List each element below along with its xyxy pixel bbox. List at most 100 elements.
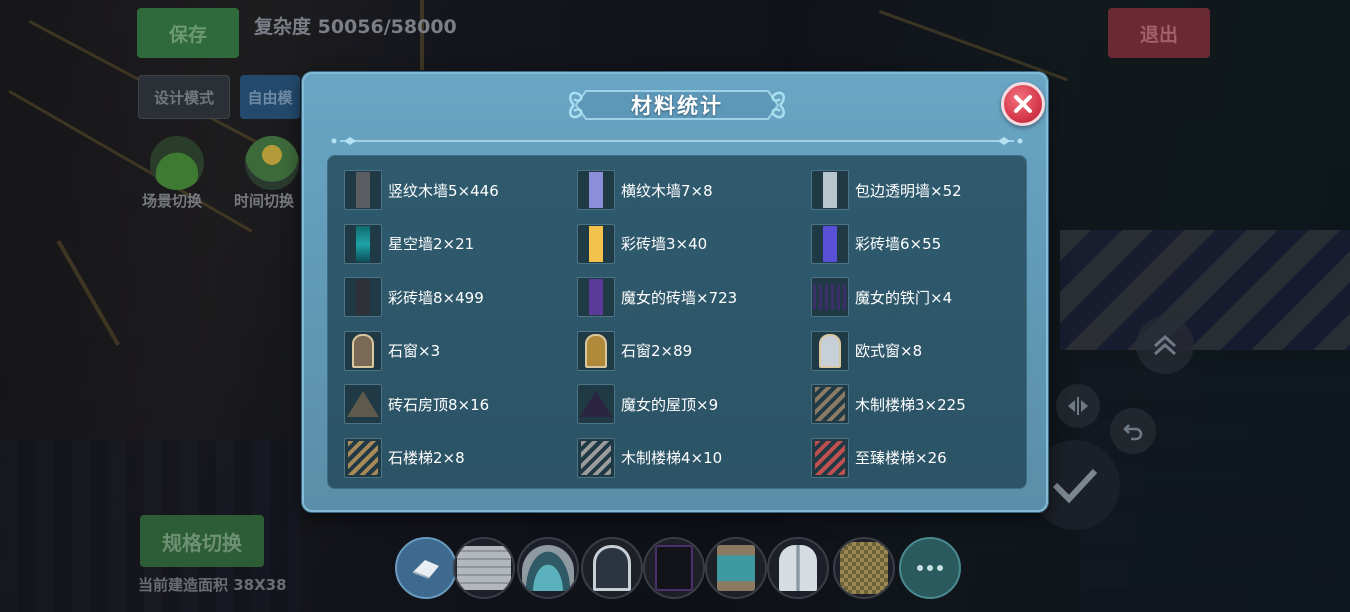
witch-brick-wall-icon bbox=[577, 277, 615, 317]
material-item: 魔女的铁门×4 bbox=[811, 277, 1031, 317]
material-label: 木制楼梯4×10 bbox=[621, 449, 723, 467]
raise-layer-icon[interactable] bbox=[1136, 316, 1194, 374]
dark-brick-wall-icon bbox=[344, 277, 382, 317]
material-swatch bbox=[356, 279, 370, 315]
material-swatch bbox=[813, 284, 847, 310]
material-item: 欧式窗×8 bbox=[811, 330, 1031, 371]
material-swatch bbox=[589, 172, 603, 208]
material-label: 彩砖墙3×40 bbox=[621, 235, 708, 253]
material-swatch bbox=[352, 333, 374, 368]
material-item: 星空墙2×21 bbox=[344, 223, 564, 264]
material-swatch bbox=[589, 279, 603, 315]
gothic-window-block-icon[interactable] bbox=[581, 537, 643, 599]
scene-switch-icon[interactable] bbox=[150, 136, 204, 190]
material-item: 木制楼梯3×225 bbox=[811, 384, 1031, 424]
material-label: 欧式窗×8 bbox=[855, 342, 923, 360]
wooden-stairs-icon bbox=[811, 384, 849, 424]
witch-iron-gate-icon bbox=[811, 277, 849, 317]
spec-switch-button[interactable]: 规格切换 bbox=[140, 515, 264, 567]
material-item: 竖纹木墙5×446 bbox=[344, 170, 564, 210]
scene-switch-label: 场景切换 bbox=[142, 192, 203, 210]
blue-brick-wall-icon bbox=[811, 223, 849, 264]
material-item: 石窗2×89 bbox=[577, 330, 797, 371]
material-swatch bbox=[356, 225, 370, 262]
material-label: 星空墙2×21 bbox=[388, 235, 475, 253]
material-label: 石窗×3 bbox=[388, 342, 441, 360]
stone-stairs-icon bbox=[344, 437, 382, 478]
material-label: 魔女的铁门×4 bbox=[855, 288, 953, 307]
material-item: 石窗×3 bbox=[344, 330, 564, 371]
material-label: 石窗2×89 bbox=[621, 342, 693, 360]
title-divider bbox=[331, 137, 1023, 145]
starry-wall-icon bbox=[344, 223, 382, 264]
material-label: 魔女的砖墙×723 bbox=[621, 288, 738, 307]
premium-stairs-icon bbox=[811, 437, 849, 478]
material-swatch bbox=[347, 391, 379, 417]
material-label: 石楼梯2×8 bbox=[388, 449, 465, 467]
eraser-tool-icon[interactable] bbox=[395, 537, 457, 599]
material-item: 彩砖墙3×40 bbox=[577, 223, 797, 264]
material-label: 彩砖墙8×499 bbox=[388, 288, 484, 307]
material-item: 木制楼梯4×10 bbox=[577, 437, 797, 478]
material-swatch bbox=[823, 225, 837, 262]
complexity-counter: 复杂度 50056/58000 bbox=[254, 16, 457, 38]
witch-roof-icon bbox=[577, 384, 615, 424]
stone-window-icon bbox=[344, 330, 382, 371]
material-label: 竖纹木墙5×446 bbox=[388, 181, 499, 200]
vertical-wood-wall-icon bbox=[344, 170, 382, 210]
exit-button[interactable]: 退出 bbox=[1108, 8, 1210, 58]
material-swatch bbox=[356, 172, 370, 208]
horizontal-wood-wall-icon bbox=[577, 170, 615, 210]
material-item: 包边透明墙×52 bbox=[811, 170, 1031, 210]
material-item: 魔女的砖墙×723 bbox=[577, 277, 797, 317]
material-swatch bbox=[580, 391, 612, 417]
dialog-title: 材料统计 bbox=[631, 94, 723, 118]
material-swatch bbox=[823, 172, 837, 208]
build-area-text: 当前建造面积 38X38 bbox=[138, 576, 287, 594]
material-item: 彩砖墙8×499 bbox=[344, 277, 564, 317]
material-label: 木制楼梯3×225 bbox=[855, 395, 966, 414]
time-switch-icon[interactable] bbox=[245, 136, 299, 190]
undo-icon[interactable] bbox=[1110, 408, 1156, 454]
material-item: 砖石房顶8×16 bbox=[344, 384, 564, 424]
material-label: 魔女的屋顶×9 bbox=[621, 395, 719, 414]
mirror-icon[interactable] bbox=[1056, 384, 1100, 428]
stone-window-block-icon[interactable] bbox=[705, 537, 767, 599]
materials-list: 竖纹木墙5×446 横纹木墙7×8 包边透明墙×52 星空墙2×21 彩砖墙3×40 彩砖… bbox=[327, 155, 1027, 489]
material-swatch bbox=[815, 440, 845, 475]
close-button[interactable] bbox=[1001, 82, 1045, 126]
material-swatch bbox=[819, 333, 841, 368]
free-mode-button[interactable]: 自由模 bbox=[240, 75, 300, 119]
dark-panel-block-icon[interactable] bbox=[643, 537, 705, 599]
material-item: 魔女的屋顶×9 bbox=[577, 384, 797, 424]
arched-stone-window-icon bbox=[577, 330, 615, 371]
material-label: 包边透明墙×52 bbox=[855, 181, 962, 200]
wooden-stairs-2-icon bbox=[577, 437, 615, 478]
save-button[interactable]: 保存 bbox=[137, 8, 239, 58]
brick-roof-icon bbox=[344, 384, 382, 424]
material-swatch bbox=[585, 333, 607, 368]
time-switch-label: 时间切换 bbox=[234, 192, 295, 210]
material-item: 横纹木墙7×8 bbox=[577, 170, 797, 210]
material-item: 石楼梯2×8 bbox=[344, 437, 564, 478]
material-swatch bbox=[589, 225, 603, 262]
more-dots-icon[interactable] bbox=[899, 537, 961, 599]
teal-arch-block-icon[interactable] bbox=[517, 537, 579, 599]
design-mode-button[interactable]: 设计模式 bbox=[138, 75, 230, 119]
material-label: 横纹木墙7×8 bbox=[621, 181, 713, 200]
european-window-icon bbox=[811, 330, 849, 371]
material-item: 至臻楼梯×26 bbox=[811, 437, 1031, 478]
material-swatch bbox=[581, 440, 611, 475]
material-label: 至臻楼梯×26 bbox=[855, 449, 947, 467]
material-item: 彩砖墙6×55 bbox=[811, 223, 1031, 264]
material-swatch bbox=[815, 387, 845, 421]
material-stats-dialog: 材料统计 竖纹木墙5×446 横纹木墙7×8 包边透明墙×52 星空墙2×21 彩砖墙3… bbox=[302, 72, 1048, 512]
material-swatch bbox=[348, 440, 378, 475]
trimmed-glass-wall-icon bbox=[811, 170, 849, 210]
mosaic-block-icon[interactable] bbox=[833, 537, 895, 599]
yellow-brick-wall-icon bbox=[577, 223, 615, 264]
material-label: 彩砖墙6×55 bbox=[855, 235, 942, 253]
european-window-block-icon[interactable] bbox=[767, 537, 829, 599]
stone-wall-block-icon[interactable] bbox=[453, 537, 515, 599]
material-label: 砖石房顶8×16 bbox=[388, 395, 490, 414]
